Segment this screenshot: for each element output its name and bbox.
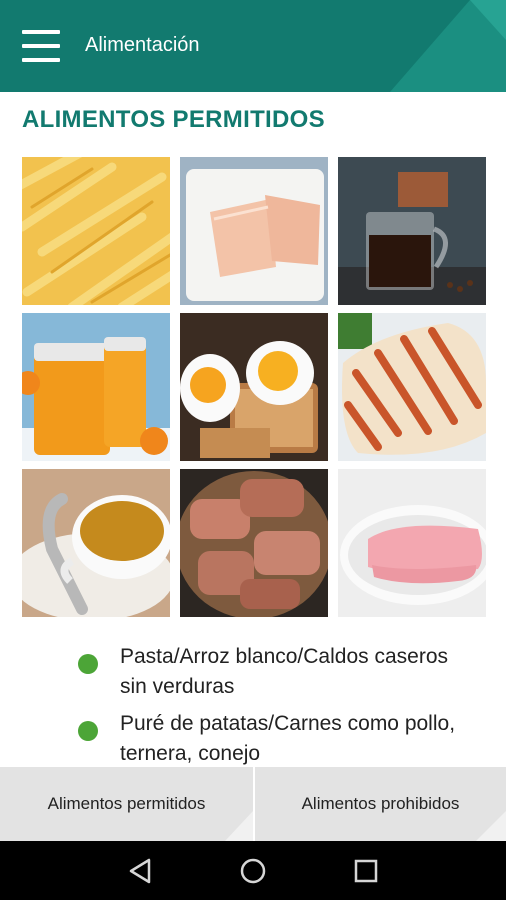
pasta-image xyxy=(22,157,170,305)
bottom-tab-bar: Alimentos permitidos Alimentos prohibido… xyxy=(0,767,506,841)
bullet-dot-icon xyxy=(78,721,98,741)
list-item: Puré de patatas/Carnes como pollo, terne… xyxy=(78,709,478,769)
list-item: Pasta/Arroz blanco/Caldos caseros sin ve… xyxy=(78,642,478,702)
list-item-text: Puré de patatas/Carnes como pollo, terne… xyxy=(120,712,456,765)
grilled-chicken-image xyxy=(338,313,486,461)
orange-juice-image xyxy=(22,313,170,461)
tab-alimentos-permitidos[interactable]: Alimentos permitidos xyxy=(0,767,253,841)
system-navigation-bar xyxy=(0,841,506,900)
tab-alimentos-prohibidos[interactable]: Alimentos prohibidos xyxy=(255,767,506,841)
tab-corner-decoration xyxy=(476,811,506,841)
recents-icon[interactable] xyxy=(350,855,382,887)
food-image-grid xyxy=(22,157,486,617)
eggs-toast-image xyxy=(180,313,328,461)
list-item-text: Pasta/Arroz blanco/Caldos caseros sin ve… xyxy=(120,645,448,698)
tab-corner-decoration xyxy=(225,811,253,841)
back-icon[interactable] xyxy=(125,855,157,887)
coffee-image xyxy=(338,157,486,305)
section-title: ALIMENTOS PERMITIDOS xyxy=(22,106,325,133)
bullet-dot-icon xyxy=(78,654,98,674)
roasted-meat-image xyxy=(180,469,328,617)
broth-cup-image xyxy=(22,469,170,617)
app-title: Alimentación xyxy=(85,34,200,56)
turkey-slices-image xyxy=(180,157,328,305)
app-bar-decoration xyxy=(390,0,506,92)
app-bar: Alimentación xyxy=(0,0,506,92)
ham-image xyxy=(338,469,486,617)
food-list: Pasta/Arroz blanco/Caldos caseros sin ve… xyxy=(78,642,478,776)
menu-icon[interactable] xyxy=(22,30,60,64)
home-icon[interactable] xyxy=(237,855,269,887)
